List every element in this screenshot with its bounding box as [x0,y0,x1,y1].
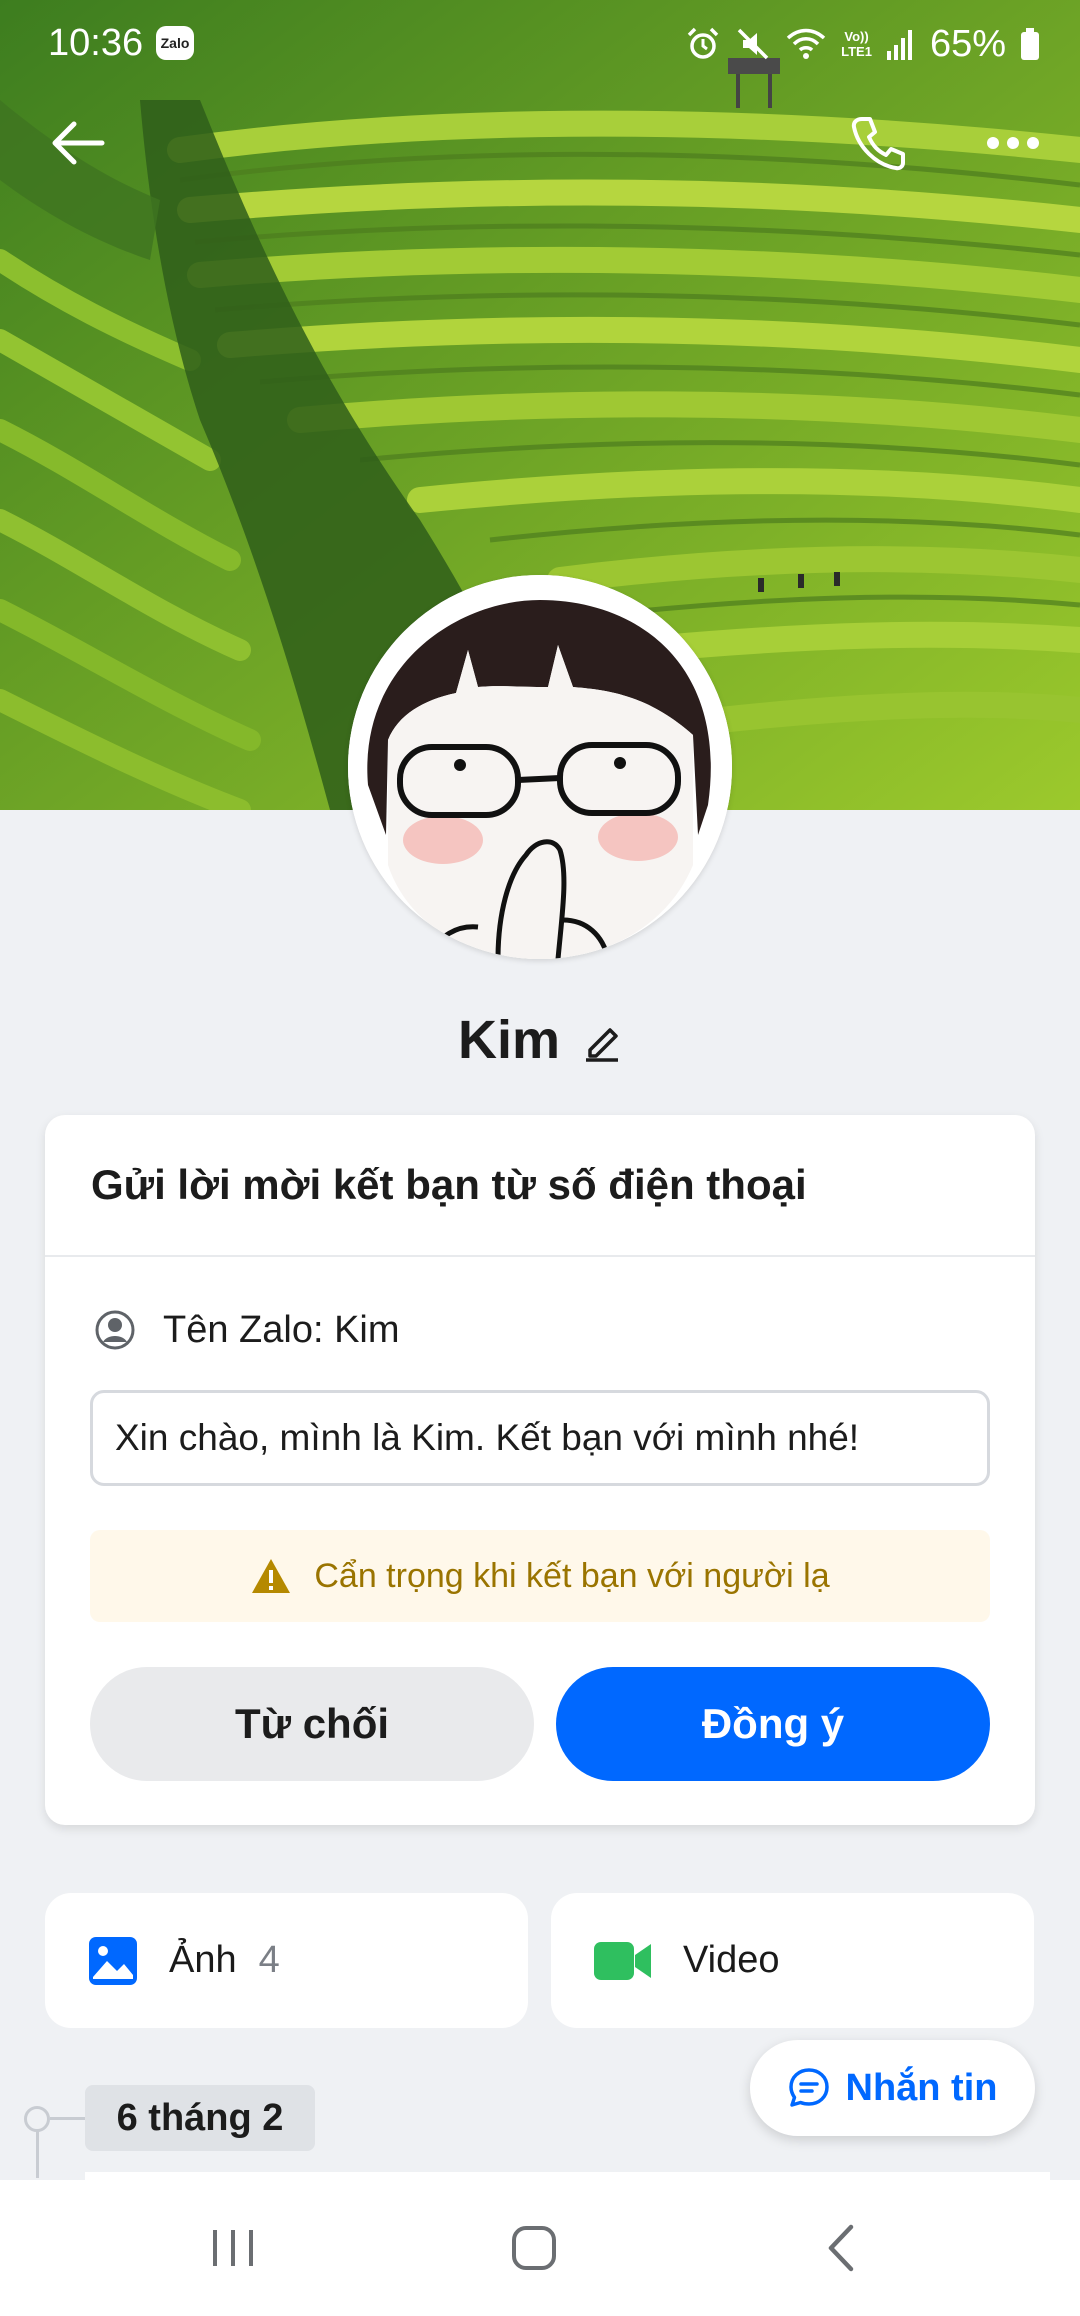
accept-button[interactable]: Đồng ý [556,1667,990,1781]
back-nav-button[interactable] [790,2208,890,2288]
video-tile[interactable]: Video [551,1893,1034,2028]
image-icon [89,1936,137,1985]
send-message-button[interactable]: Nhắn tin [750,2040,1035,2136]
zalo-notification-icon: Zalo [156,26,194,60]
more-button[interactable] [968,98,1058,188]
profile-avatar[interactable] [348,575,732,959]
recent-apps-button[interactable] [183,2208,283,2288]
avatar-illustration [348,575,732,959]
arrow-left-icon [52,121,105,165]
more-dots-icon [987,137,1039,149]
warning-text: Cẩn trọng khi kết bạn với người lạ [314,1556,830,1595]
mute-icon [737,28,769,60]
battery-icon [1021,28,1039,60]
profile-name-row: Kim [0,1000,1080,1080]
call-button[interactable] [833,98,923,188]
chevron-left-icon [828,2224,854,2272]
system-navigation-bar [0,2180,1080,2316]
battery-percent: 65% [929,22,1006,65]
timeline-date: 6 tháng 2 [85,2085,315,2151]
friend-request-message-input[interactable]: Xin chào, mình là Kim. Kết bạn với mình … [90,1390,990,1486]
status-icons: Vo)) LTE1 65% [685,22,1040,66]
video-label: Video [683,1939,780,1981]
phone-icon [851,117,905,171]
card-divider [45,1255,1035,1257]
profile-name: Kim [457,1010,560,1070]
stranger-warning: Cẩn trọng khi kết bạn với người lạ [90,1530,990,1622]
back-button[interactable] [33,98,123,188]
friend-request-card: Gửi lời mời kết bạn từ số điện thoại Tên… [45,1115,1035,1825]
alarm-icon [687,27,719,59]
volte-top-label: Vo)) [844,29,869,44]
zalo-name-label: Tên Zalo: Kim [163,1308,400,1351]
home-icon [512,2226,556,2270]
warning-icon [252,1559,291,1593]
decline-button[interactable]: Từ chối [90,1667,534,1781]
wifi-icon [786,28,826,59]
timeline-connector [50,2117,86,2120]
user-circle-icon [95,1310,135,1350]
status-bar: 10:36 Zalo Vo)) LTE1 65% [0,0,1080,90]
zalo-name-row: Tên Zalo: Kim [95,1295,400,1365]
photos-count: 4 [258,1939,280,1981]
status-time: 10:36 [48,22,144,64]
pencil-icon[interactable] [582,1018,622,1062]
timeline-dot [24,2106,50,2132]
friend-request-title: Gửi lời mời kết bạn từ số điện thoại [91,1161,807,1208]
volte-label: Vo)) LTE1 [841,29,872,59]
home-button[interactable] [484,2208,584,2288]
signal-icon [886,30,912,60]
chat-bubble-icon [788,2068,829,2107]
volte-bottom-label: LTE1 [841,44,872,59]
photos-tile[interactable]: Ảnh 4 [45,1893,528,2028]
send-message-label: Nhắn tin [845,2066,998,2109]
video-camera-icon [594,1941,651,1980]
photos-label: Ảnh [169,1939,237,1981]
recents-icon [213,2230,253,2266]
